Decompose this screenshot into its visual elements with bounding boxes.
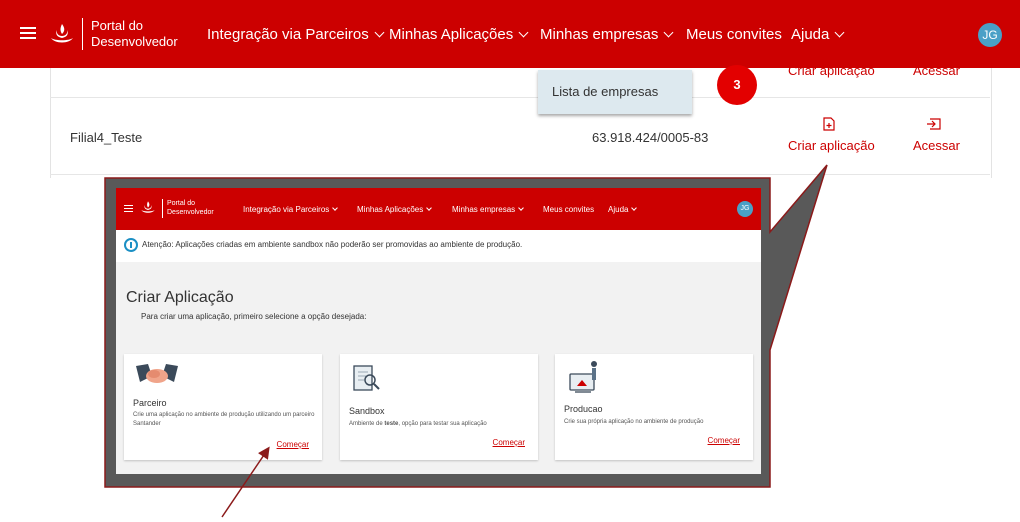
annotation-arrow — [221, 446, 270, 518]
